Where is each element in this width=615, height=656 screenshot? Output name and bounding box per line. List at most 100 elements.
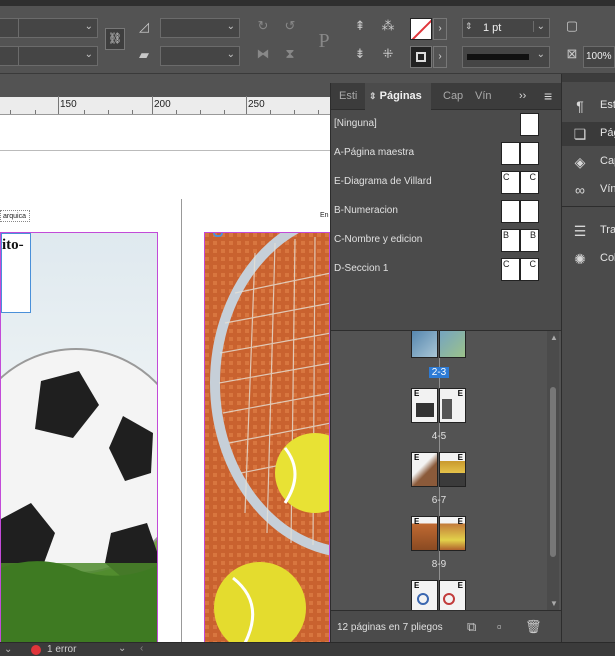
document-spread[interactable]: arquica En ito- bbox=[0, 150, 330, 643]
master-thumbnail-left bbox=[501, 200, 520, 223]
panel-menu-button[interactable]: ≡ bbox=[540, 83, 560, 110]
dock-divider bbox=[562, 206, 615, 207]
rotate-cw-icon[interactable]: ↻ bbox=[253, 16, 273, 36]
master-name: E-Diagrama de Villard bbox=[334, 176, 432, 187]
dock-item-stroke[interactable]: ☰ Tra bbox=[562, 219, 615, 243]
edit-page-size-icon[interactable]: ⧉ bbox=[467, 619, 476, 635]
panel-tab-bar: Esti ⇕ Páginas Cap Vín ›› ≡ bbox=[331, 83, 562, 110]
spread-label[interactable]: 6-7 bbox=[409, 495, 469, 506]
dock-item-label: Col bbox=[600, 252, 615, 264]
spread-label[interactable]: 8-9 bbox=[409, 559, 469, 570]
page-thumbnail[interactable] bbox=[411, 331, 438, 358]
page-thumbnail[interactable]: E bbox=[411, 388, 438, 423]
zoom-field[interactable]: 100% bbox=[583, 46, 615, 68]
master-thumbnail-right: B bbox=[520, 229, 539, 252]
right-dock: ¶ Esti ❏ Pág ◈ Cap ∞ Vín ☰ Tra ✺ Col bbox=[561, 74, 615, 642]
chevron-down-icon[interactable]: ⌄ bbox=[4, 644, 12, 655]
select-next-icon[interactable]: ⁜ bbox=[378, 44, 398, 64]
spread-number: 2-3 bbox=[428, 367, 450, 378]
dock-item-links[interactable]: ∞ Vín bbox=[562, 178, 615, 202]
hamburger-icon: ≡ bbox=[544, 88, 553, 104]
width-field[interactable]: ⌄ bbox=[18, 18, 98, 38]
ruler-label: 150 bbox=[60, 99, 77, 110]
stroke-dropdown-button[interactable]: › bbox=[433, 46, 447, 68]
master-thumbnail-left: B bbox=[501, 229, 520, 252]
control-bar: ⌄ ⌄ ⌄ ⌄ ⛓ ◿ ▰ ⌄ ⌄ ↻ ↺ ⧓ ⧗ P ⇞ ⁂ ⇟ ⁜ › › … bbox=[0, 6, 615, 74]
tab-strip bbox=[0, 74, 330, 97]
master-thumbnail-right: C bbox=[520, 171, 539, 194]
constrain-proportions-button[interactable]: ⛓ bbox=[105, 28, 125, 50]
ruler-label: 200 bbox=[154, 99, 171, 110]
dock-item-color[interactable]: ✺ Col bbox=[562, 247, 615, 271]
fit-content-icon[interactable]: ⊠ bbox=[562, 44, 582, 64]
rotate-ccw-icon[interactable]: ↺ bbox=[280, 16, 300, 36]
dock-item-layers[interactable]: ◈ Cap bbox=[562, 150, 615, 174]
tab-links[interactable]: Vín bbox=[471, 83, 499, 110]
scroll-left-icon[interactable]: ‹ bbox=[140, 643, 143, 654]
color-icon: ✺ bbox=[574, 251, 586, 267]
page-thumbnail[interactable]: E bbox=[411, 516, 438, 551]
height-field[interactable]: ⌄ bbox=[18, 46, 98, 66]
shear-angle-icon: ▰ bbox=[139, 47, 149, 62]
fill-color-swatch[interactable] bbox=[410, 18, 432, 40]
expand-panels-button[interactable]: ›› bbox=[515, 83, 533, 110]
soccer-ball-image[interactable]: ito- bbox=[0, 232, 158, 643]
delete-page-icon[interactable]: 🗑 bbox=[525, 619, 542, 635]
page-thumbnail[interactable]: E bbox=[411, 452, 438, 487]
preflight-status-text[interactable]: 1 error bbox=[47, 644, 76, 655]
flip-vertical-icon[interactable]: ⧗ bbox=[280, 44, 300, 64]
flip-horizontal-icon[interactable]: ⧓ bbox=[253, 44, 273, 64]
select-container-icon[interactable]: ⇞ bbox=[350, 16, 370, 36]
master-row[interactable]: D-Seccion 1 C C bbox=[331, 256, 562, 284]
tab-pages[interactable]: ⇕ Páginas bbox=[365, 83, 431, 110]
stepper-icon: ⇕ bbox=[465, 21, 473, 31]
links-icon: ∞ bbox=[575, 182, 585, 198]
tennis-image[interactable] bbox=[204, 232, 330, 643]
scroll-down-icon[interactable]: ▼ bbox=[550, 599, 558, 608]
fill-dropdown-button[interactable]: › bbox=[433, 18, 447, 40]
small-text-frame-left[interactable]: arquica bbox=[0, 210, 30, 222]
new-page-icon[interactable]: ▫ bbox=[497, 619, 502, 634]
headline-text-frame[interactable]: ito- bbox=[1, 233, 31, 313]
select-previous-icon[interactable]: ⇟ bbox=[350, 44, 370, 64]
scroll-thumb[interactable] bbox=[550, 387, 556, 557]
rotation-field[interactable]: ⌄ bbox=[160, 18, 240, 38]
master-row[interactable]: E-Diagrama de Villard C C bbox=[331, 169, 562, 197]
page-thumbnail[interactable]: E bbox=[439, 580, 466, 610]
tab-styles[interactable]: Esti bbox=[335, 83, 365, 110]
expand-icon: ›› bbox=[519, 90, 527, 102]
frame-fitting-icon[interactable]: ▢ bbox=[562, 16, 582, 36]
dock-item-label: Pág bbox=[600, 127, 615, 139]
master-row[interactable]: B-Numeracion bbox=[331, 198, 562, 226]
page-thumbnail[interactable]: E bbox=[411, 580, 438, 610]
master-row[interactable]: C-Nombre y edicion B B bbox=[331, 227, 562, 255]
dock-item-label: Cap bbox=[600, 155, 615, 167]
page-thumbnail[interactable] bbox=[439, 331, 466, 358]
shear-field[interactable]: ⌄ bbox=[160, 46, 240, 66]
pages-list[interactable]: 2-3 E E 4-5 E E 6-7 E E 8-9 E E ▲ ▼ bbox=[331, 330, 562, 610]
master-name: A-Página maestra bbox=[334, 147, 415, 158]
page-thumbnail[interactable]: E bbox=[439, 388, 466, 423]
stroke-type-select[interactable]: ⌄ bbox=[462, 46, 550, 68]
scroll-up-icon[interactable]: ▲ bbox=[550, 333, 558, 342]
stroke-color-swatch[interactable] bbox=[410, 46, 432, 68]
reference-point-icon[interactable]: P bbox=[311, 28, 337, 54]
spread-label[interactable]: 4-5 bbox=[409, 431, 469, 442]
master-row[interactable]: A-Página maestra bbox=[331, 140, 562, 168]
spread-label[interactable]: 2-3 bbox=[409, 367, 469, 378]
master-thumbnail-left: C bbox=[501, 171, 520, 194]
ruler-label: 250 bbox=[248, 99, 265, 110]
page-thumbnail[interactable]: E bbox=[439, 516, 466, 551]
pages-scrollbar[interactable]: ▲ ▼ bbox=[547, 331, 559, 610]
preflight-menu-icon[interactable]: ⌄ bbox=[118, 643, 126, 654]
spine-line bbox=[181, 199, 182, 643]
page-thumbnail[interactable]: E bbox=[439, 452, 466, 487]
dock-item-pages[interactable]: ❏ Pág bbox=[562, 122, 615, 146]
stroke-weight-field[interactable]: ⇕ 1 pt ⌄ bbox=[462, 18, 550, 38]
dock-item-styles[interactable]: ¶ Esti bbox=[562, 94, 615, 118]
master-row[interactable]: [Ninguna] bbox=[331, 111, 562, 139]
tab-layers[interactable]: Cap bbox=[439, 83, 469, 110]
select-content-icon[interactable]: ⁂ bbox=[378, 16, 398, 36]
master-thumbnail-right bbox=[520, 200, 539, 223]
spread-number: 4-5 bbox=[431, 431, 447, 442]
